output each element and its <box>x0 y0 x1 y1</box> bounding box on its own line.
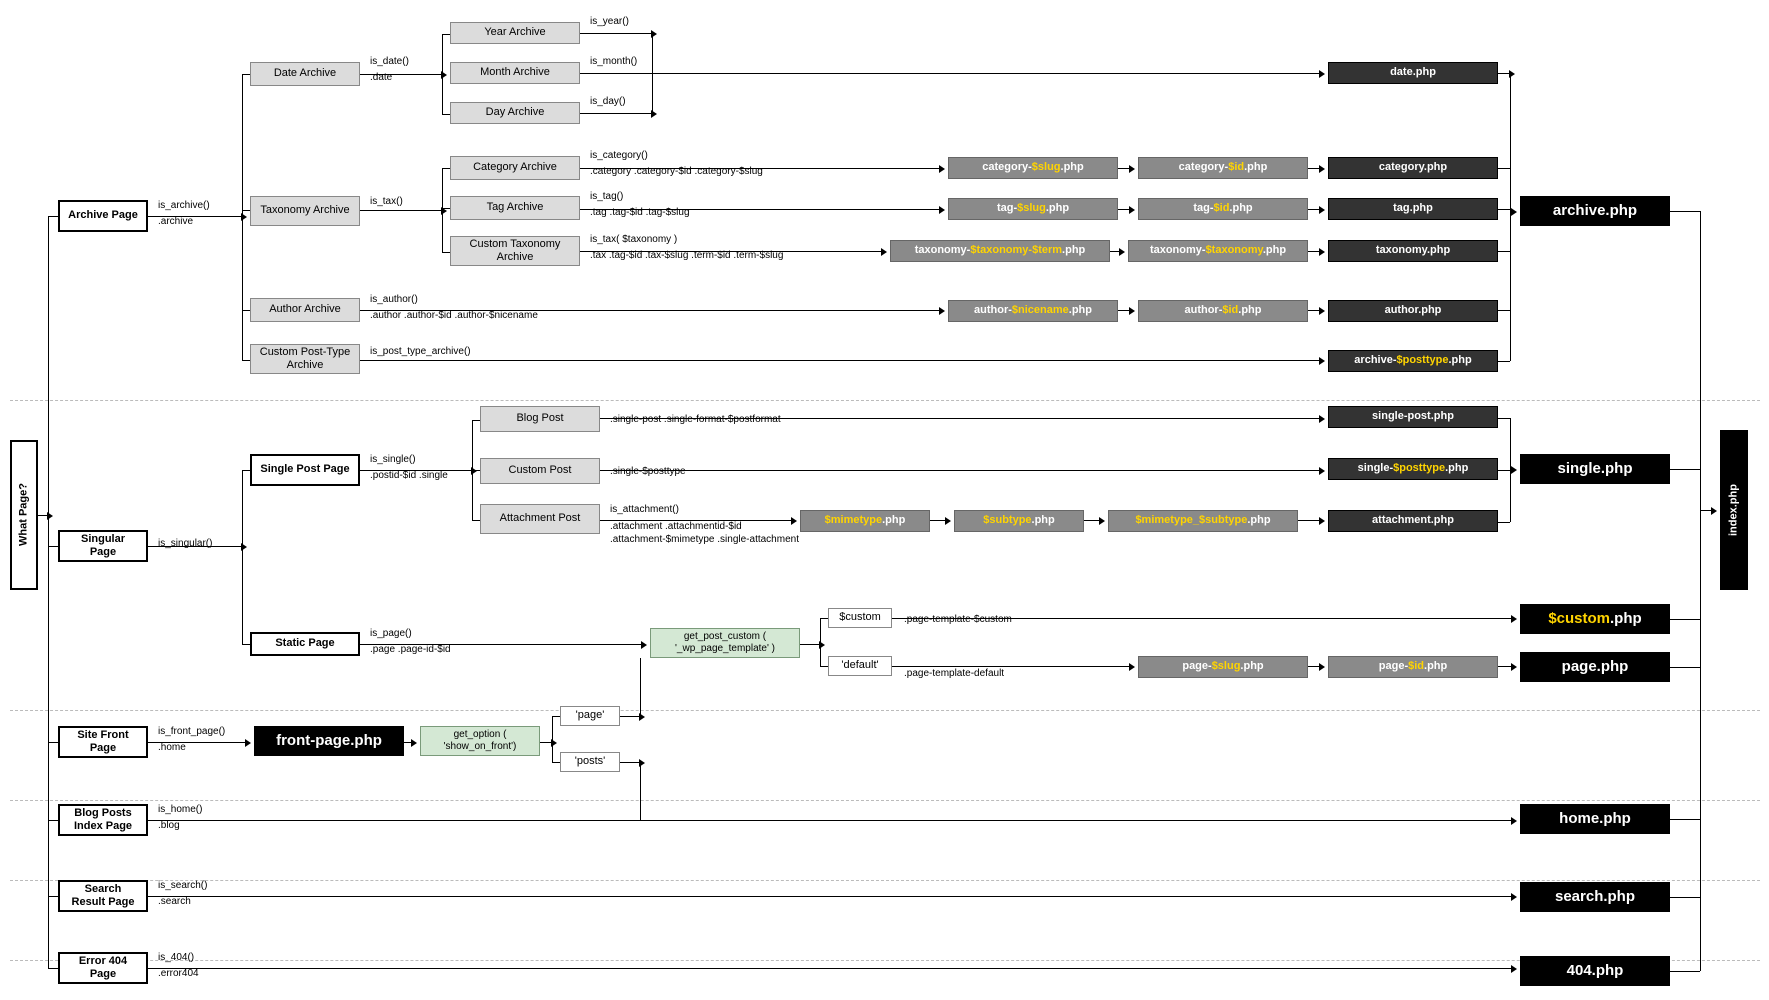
blog-post: Blog Post <box>480 406 600 432</box>
archive-php: archive.php <box>1520 196 1670 226</box>
home-php: home.php <box>1520 804 1670 834</box>
search-class-label: .search <box>158 896 191 907</box>
attachment-post: Attachment Post <box>480 504 600 534</box>
tag-php: tag.php <box>1328 198 1498 220</box>
is-year-label: is_year() <box>590 16 629 27</box>
mimetype-php: $mimetype.php <box>800 510 930 532</box>
blog-class-label: .blog <box>158 820 180 831</box>
single-post-php: single-post.php <box>1328 406 1498 428</box>
posts-option: 'posts' <box>560 752 620 772</box>
page-class-label: .page .page-id-$id <box>370 644 451 655</box>
author-id-php: author-$id.php <box>1138 300 1308 322</box>
is-front-page-label: is_front_page() <box>158 726 225 737</box>
custom-php: $custom.php <box>1520 604 1670 634</box>
author-class-label: .author .author-$id .author-$nicename <box>370 310 538 321</box>
single-class-label: .postid-$id .single <box>370 470 448 481</box>
archive-posttype-php: archive-$posttype.php <box>1328 350 1498 372</box>
custom-post-class-label: .single-$posttype <box>610 466 686 477</box>
author-nicename-php: author-$nicename.php <box>948 300 1118 322</box>
is-singular-label: is_singular() <box>158 538 212 549</box>
date-archive: Date Archive <box>250 62 360 86</box>
month-archive: Month Archive <box>450 62 580 84</box>
get-post-custom: get_post_custom ( '_wp_page_template' ) <box>650 628 800 658</box>
custom-option: $custom <box>828 608 892 628</box>
site-front-page: Site Front Page <box>58 726 148 758</box>
author-archive: Author Archive <box>250 298 360 322</box>
page-template-default-label: .page-template-default <box>904 668 1004 679</box>
mimetype-subtype-php: $mimetype_$subtype.php <box>1108 510 1298 532</box>
year-archive: Year Archive <box>450 22 580 44</box>
is-month-label: is_month() <box>590 56 637 67</box>
attachment-php: attachment.php <box>1328 510 1498 532</box>
custom-post: Custom Post <box>480 458 600 484</box>
static-page: Static Page <box>250 632 360 656</box>
error-404-page: Error 404 Page <box>58 952 148 984</box>
what-page-label: What Page? <box>10 440 38 590</box>
page-template-custom-label: .page-template-$custom <box>904 614 1012 625</box>
is-pt-archive-label: is_post_type_archive() <box>370 346 471 357</box>
tag-archive: Tag Archive <box>450 196 580 220</box>
cpt-archive: Custom Post-Type Archive <box>250 344 360 374</box>
is-archive-label: is_archive() <box>158 200 210 211</box>
is-single-label: is_single() <box>370 454 416 465</box>
single-posttype-php: single-$posttype.php <box>1328 458 1498 480</box>
is-page-label: is_page() <box>370 628 412 639</box>
is-attachment-label: is_attachment() <box>610 504 679 515</box>
is-author-label: is_author() <box>370 294 418 305</box>
is-tag-label: is_tag() <box>590 191 623 202</box>
index-php: index.php <box>1720 430 1748 590</box>
taxonomy-archive: Taxonomy Archive <box>250 196 360 226</box>
single-post-page: Single Post Page <box>250 454 360 486</box>
is-search-label: is_search() <box>158 880 207 891</box>
page-id-php: page-$id.php <box>1328 656 1498 678</box>
front-page-php: front-page.php <box>254 726 404 756</box>
404-php: 404.php <box>1520 956 1670 986</box>
is-tax-label: is_tax() <box>370 196 403 207</box>
taxonomy-php-var: taxonomy-$taxonomy.php <box>1128 240 1308 262</box>
page-php: page.php <box>1520 652 1670 682</box>
date-php: date.php <box>1328 62 1498 84</box>
author-php: author.php <box>1328 300 1498 322</box>
taxonomy-term-php: taxonomy-$taxonomy-$term.php <box>890 240 1110 262</box>
day-archive: Day Archive <box>450 102 580 124</box>
get-option: get_option ( 'show_on_front') <box>420 726 540 756</box>
error404-class-label: .error404 <box>158 968 199 979</box>
category-archive: Category Archive <box>450 156 580 180</box>
is-category-label: is_category() <box>590 150 648 161</box>
tag-id-php: tag-$id.php <box>1138 198 1308 220</box>
is-day-label: is_day() <box>590 96 626 107</box>
archive-class-label: .archive <box>158 216 193 227</box>
att-class-label: .attachment .attachmentid-$id .attachmen… <box>610 520 810 546</box>
page-slug-php: page-$slug.php <box>1138 656 1308 678</box>
default-option: 'default' <box>828 656 892 676</box>
blog-post-class-label: .single-post .single-format-$postformat <box>610 414 781 425</box>
category-slug-php: category-$slug.php <box>948 157 1118 179</box>
subtype-php: $subtype.php <box>954 510 1084 532</box>
tag-slug-php: tag-$slug.php <box>948 198 1118 220</box>
category-php: category.php <box>1328 157 1498 179</box>
home-class-label: .home <box>158 742 186 753</box>
single-php: single.php <box>1520 454 1670 484</box>
blog-index-page: Blog Posts Index Page <box>58 804 148 836</box>
is-tax-taxonomy-label: is_tax( $taxonomy ) <box>590 234 677 245</box>
custom-tax-archive: Custom Taxonomy Archive <box>450 236 580 266</box>
taxonomy-php: taxonomy.php <box>1328 240 1498 262</box>
is-404-label: is_404() <box>158 952 194 963</box>
is-home-label: is_home() <box>158 804 202 815</box>
singular-page: Singular Page <box>58 530 148 562</box>
search-result-page: Search Result Page <box>58 880 148 912</box>
category-id-php: category-$id.php <box>1138 157 1308 179</box>
search-php: search.php <box>1520 882 1670 912</box>
is-date-label: is_date() <box>370 56 409 67</box>
page-option: 'page' <box>560 706 620 726</box>
archive-page: Archive Page <box>58 200 148 232</box>
